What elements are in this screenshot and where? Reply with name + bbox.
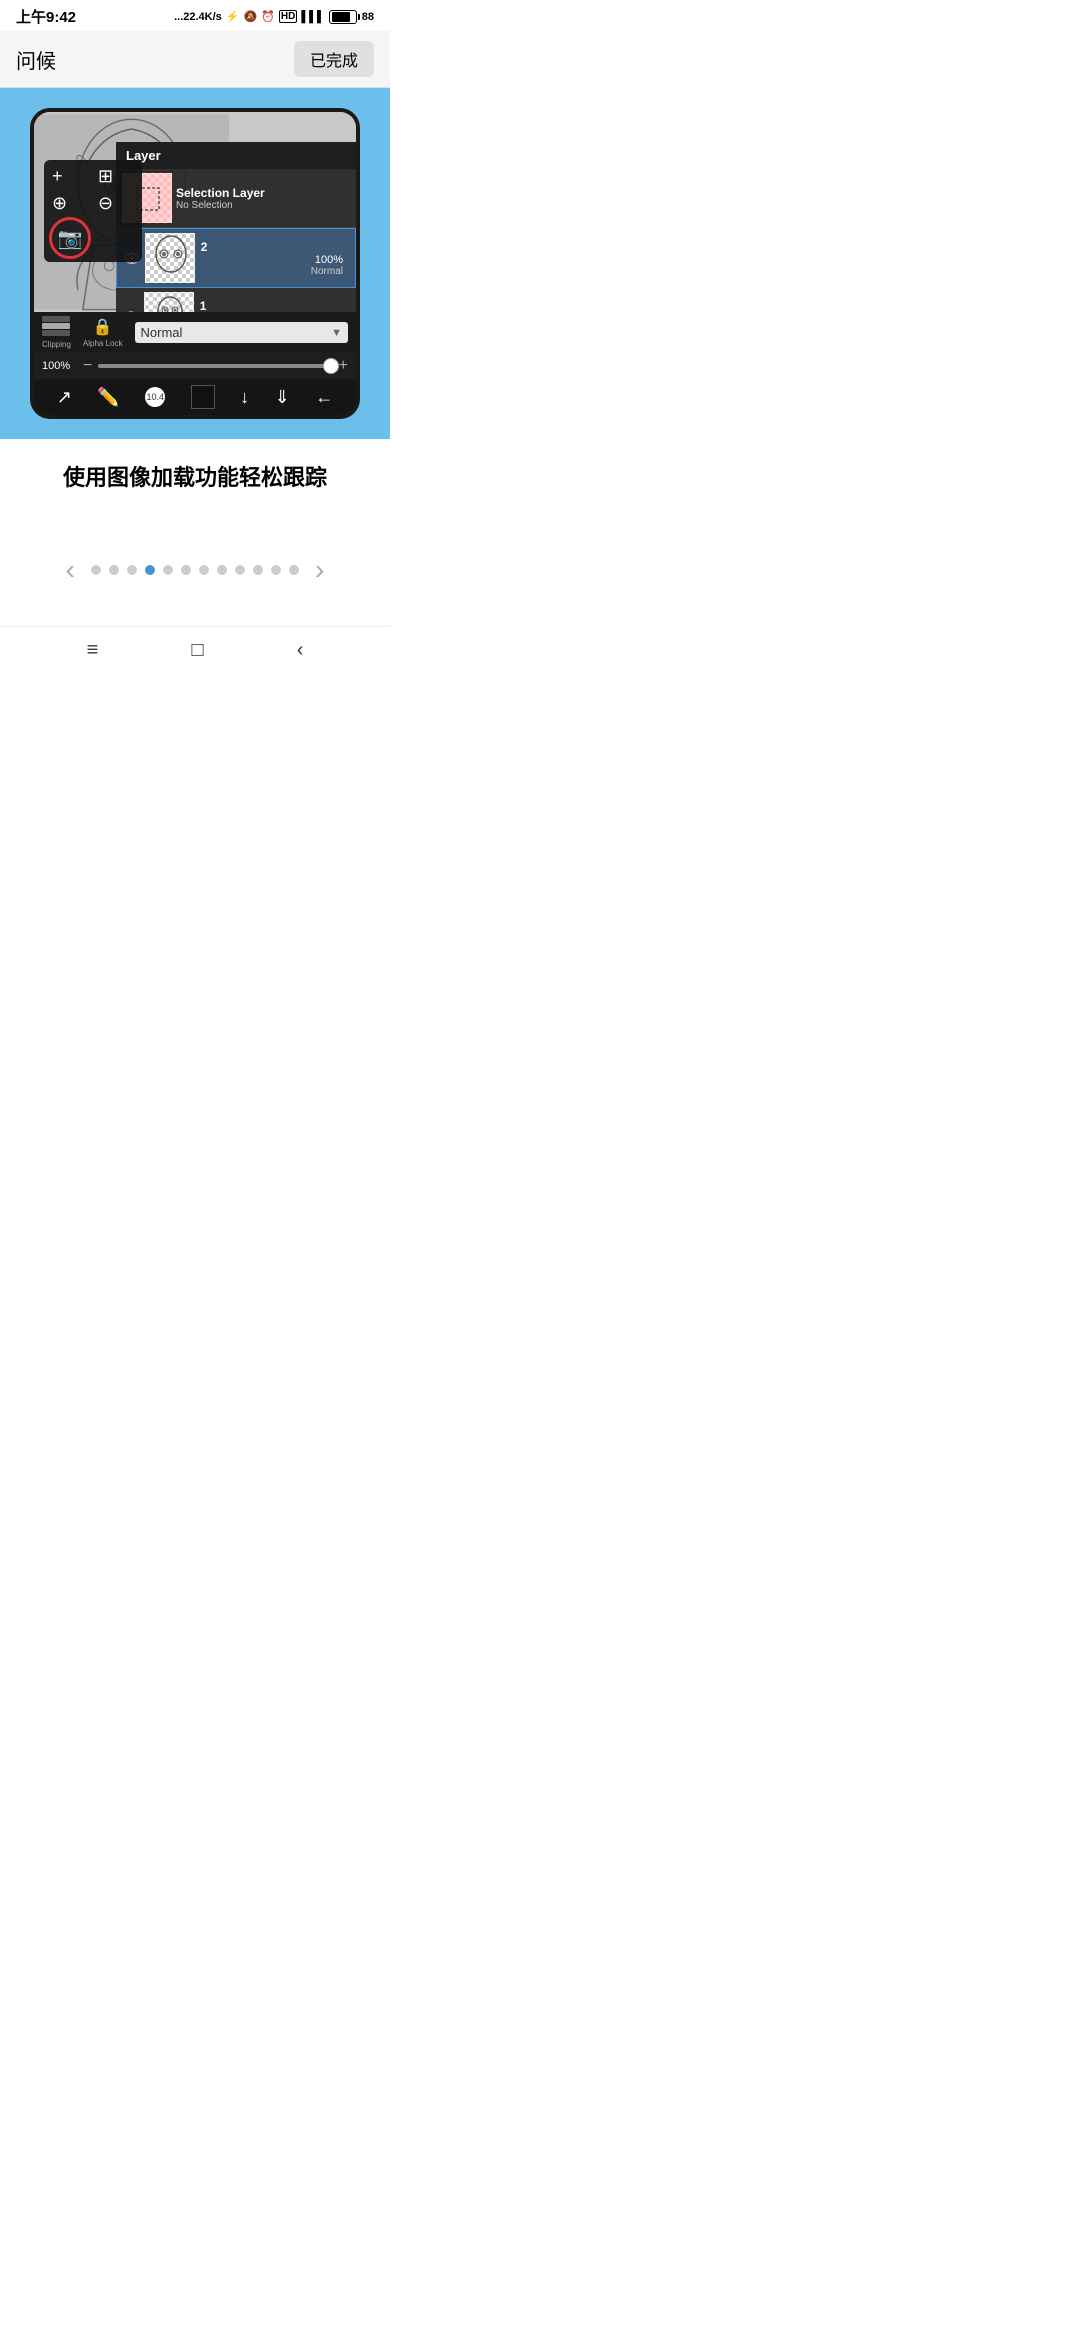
caption-area: 使用图像加载功能轻松跟踪	[43, 439, 347, 514]
status-right: ...22.4K/s ⚡ 🔕 ⏰ HD ▌▌▌ 88	[174, 10, 374, 24]
alpha-lock-tool[interactable]: 🔒 Alpha Lock	[83, 317, 123, 348]
back-arrow-icon[interactable]: ←	[315, 387, 333, 408]
layer2-name: 2	[201, 240, 343, 254]
layer-panel: Layer Sele	[116, 142, 356, 312]
network-speed: ...22.4K/s	[174, 11, 222, 23]
selection-row-info: Selection Layer No Selection	[172, 186, 269, 211]
layer2-opacity: 100%	[201, 254, 343, 266]
hd-icon: HD	[279, 10, 297, 23]
prev-arrow-btn[interactable]: ‹	[58, 554, 83, 586]
signal-icon: ▌▌▌	[301, 11, 324, 23]
clipping-tool[interactable]: Clipping	[42, 316, 71, 349]
brush-size-indicator[interactable]: 10.4	[145, 387, 165, 407]
android-nav: ≡ □ ‹	[0, 626, 390, 674]
battery-icon	[329, 10, 357, 24]
done-button[interactable]: 已完成	[294, 41, 374, 77]
pagination-dot-0[interactable]	[91, 565, 101, 575]
double-down-arrow-icon[interactable]: ⇓	[275, 387, 290, 408]
pagination-dot-2[interactable]	[127, 565, 137, 575]
battery-pct: 88	[362, 11, 374, 23]
pagination-dot-3[interactable]	[145, 565, 155, 575]
header-title: 问候	[16, 45, 56, 74]
status-time: 上午9:42	[16, 6, 76, 27]
action-buttons: + ⊞ ⊕ ⊖ 📷	[44, 160, 142, 262]
selection-layer-row[interactable]: Selection Layer No Selection	[116, 169, 356, 228]
layer2-row[interactable]: 👁 2	[116, 228, 356, 288]
no-selection-label: No Selection	[176, 200, 265, 211]
lock-icon: 🔒	[93, 317, 113, 337]
screenshot-container: Layer Sele	[0, 88, 390, 439]
pagination-dot-11[interactable]	[289, 565, 299, 575]
layer-order-icon[interactable]: ⊞	[98, 166, 134, 187]
menu-nav-btn[interactable]: ≡	[87, 639, 99, 662]
alarm-icon: ⏰	[261, 10, 275, 23]
mode-arrow-icon: ▼	[331, 327, 342, 339]
bluetooth-icon: ⚡	[226, 10, 240, 23]
drawing-sketch: Layer Sele	[34, 112, 356, 312]
main-content: Layer Sele	[0, 88, 390, 606]
color-swatch[interactable]	[191, 385, 215, 409]
pagination-dot-1[interactable]	[109, 565, 119, 575]
layer1-row[interactable]: 👁	[116, 288, 356, 312]
layer2-svg	[146, 234, 195, 283]
pagination-dot-8[interactable]	[235, 565, 245, 575]
layer-panel-header: Layer	[116, 142, 356, 169]
brush-size-value: 10.4	[146, 392, 164, 402]
transform-tool-icon[interactable]: ↗	[57, 387, 72, 408]
layer2-mode: Normal	[201, 266, 343, 277]
mode-label: Normal	[141, 325, 183, 340]
pagination-dot-7[interactable]	[217, 565, 227, 575]
alpha-lock-label: Alpha Lock	[83, 339, 123, 348]
dots-container	[91, 565, 299, 575]
merge-icon[interactable]: ⊕	[52, 193, 88, 214]
back-nav-btn[interactable]: ‹	[297, 639, 304, 662]
drawing-area: Layer Sele	[34, 112, 356, 312]
layer1-svg	[145, 293, 194, 312]
opacity-bar: 100% − +	[34, 353, 356, 379]
opacity-decrease-btn[interactable]: −	[83, 357, 92, 375]
brush-tool-icon[interactable]: ✏️	[97, 387, 119, 408]
down-arrow-icon[interactable]: ↓	[240, 387, 249, 408]
pagination-area: ‹ ›	[0, 514, 390, 606]
layer1-thumbnail	[144, 292, 194, 312]
flatten-icon[interactable]: ⊖	[98, 193, 134, 214]
pagination-dot-5[interactable]	[181, 565, 191, 575]
layer1-name: 1	[200, 299, 344, 313]
pagination-dot-10[interactable]	[271, 565, 281, 575]
pagination-dot-6[interactable]	[199, 565, 209, 575]
camera-button-container[interactable]: 📷	[52, 220, 88, 256]
pagination-dot-9[interactable]	[253, 565, 263, 575]
layer1-info: 1 100% Normal	[194, 299, 350, 313]
selection-layer-label: Selection Layer	[176, 186, 265, 200]
clipping-label: Clipping	[42, 340, 71, 349]
next-arrow-btn[interactable]: ›	[307, 554, 332, 586]
clipping-icon	[42, 316, 70, 338]
pagination-dot-4[interactable]	[163, 565, 173, 575]
bottom-tools-bar: Clipping 🔒 Alpha Lock Normal ▼	[34, 312, 356, 353]
opacity-increase-btn[interactable]: +	[339, 357, 348, 375]
camera-circle-highlight	[49, 217, 91, 259]
opacity-value: 100%	[42, 360, 77, 372]
caption-text: 使用图像加载功能轻松跟踪	[63, 463, 327, 494]
home-nav-btn[interactable]: □	[191, 639, 203, 662]
opacity-slider[interactable]	[98, 364, 332, 368]
phone-mock: Layer Sele	[30, 108, 360, 419]
eye-icon-layer1[interactable]: 👁	[122, 309, 140, 313]
drawing-toolbar: ↗ ✏️ 10.4 ↓ ⇓ ←	[34, 379, 356, 415]
layer2-thumbnail	[145, 233, 195, 283]
mode-select[interactable]: Normal ▼	[135, 322, 349, 343]
header: 问候 已完成	[0, 31, 390, 88]
add-layer-icon[interactable]: +	[52, 166, 88, 187]
mute-icon: 🔕	[244, 10, 258, 23]
status-bar: 上午9:42 ...22.4K/s ⚡ 🔕 ⏰ HD ▌▌▌ 88	[0, 0, 390, 31]
layer2-info: 2 100% Normal	[195, 240, 349, 277]
